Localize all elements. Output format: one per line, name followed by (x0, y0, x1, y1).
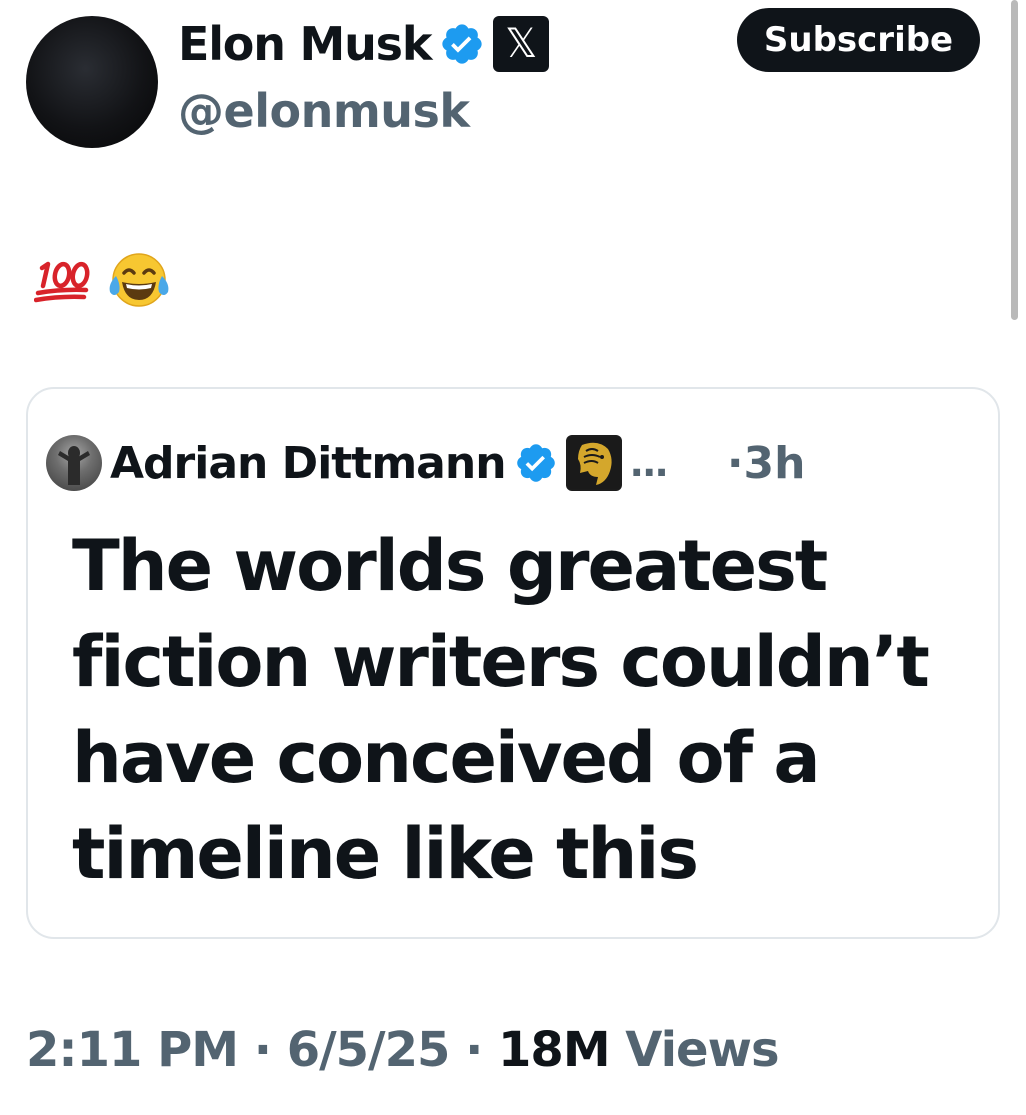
quoted-post-header: Adrian Dittmann ... ·3h (46, 430, 806, 496)
quoted-post-time[interactable]: ·3h (727, 438, 806, 489)
quoted-author-truncation: ... (629, 441, 669, 485)
author-name-row: Elon Musk 𝕏 (178, 14, 550, 74)
views-label: Views (625, 1022, 779, 1078)
post-text (34, 250, 172, 310)
author-avatar[interactable] (26, 16, 158, 148)
hundred-points-emoji (34, 261, 90, 303)
quoted-author-name[interactable]: Adrian Dittmann (110, 438, 507, 489)
x-logo-icon: 𝕏 (493, 16, 550, 72)
quoted-post-text: The worlds greatest fiction writers coul… (72, 525, 930, 895)
verified-badge-icon (442, 24, 482, 64)
author-handle[interactable]: @elonmusk (178, 84, 470, 138)
post-meta: 2:11 PM · 6/5/25 · 18M Views (26, 1022, 780, 1078)
post-date[interactable]: 6/5/25 (287, 1022, 451, 1078)
scrollbar[interactable] (1011, 0, 1018, 320)
golden-lion-icon (565, 435, 622, 491)
meta-separator: · (238, 1022, 287, 1078)
verified-badge-icon (516, 444, 555, 482)
post-time[interactable]: 2:11 PM (26, 1022, 239, 1078)
views-count: 18M (498, 1022, 611, 1078)
tears-of-joy-emoji (109, 253, 169, 307)
quoted-author-avatar[interactable] (46, 435, 102, 491)
author-display-name[interactable]: Elon Musk (178, 17, 432, 71)
subscribe-button[interactable]: Subscribe (737, 8, 980, 72)
meta-separator: · (449, 1022, 499, 1078)
